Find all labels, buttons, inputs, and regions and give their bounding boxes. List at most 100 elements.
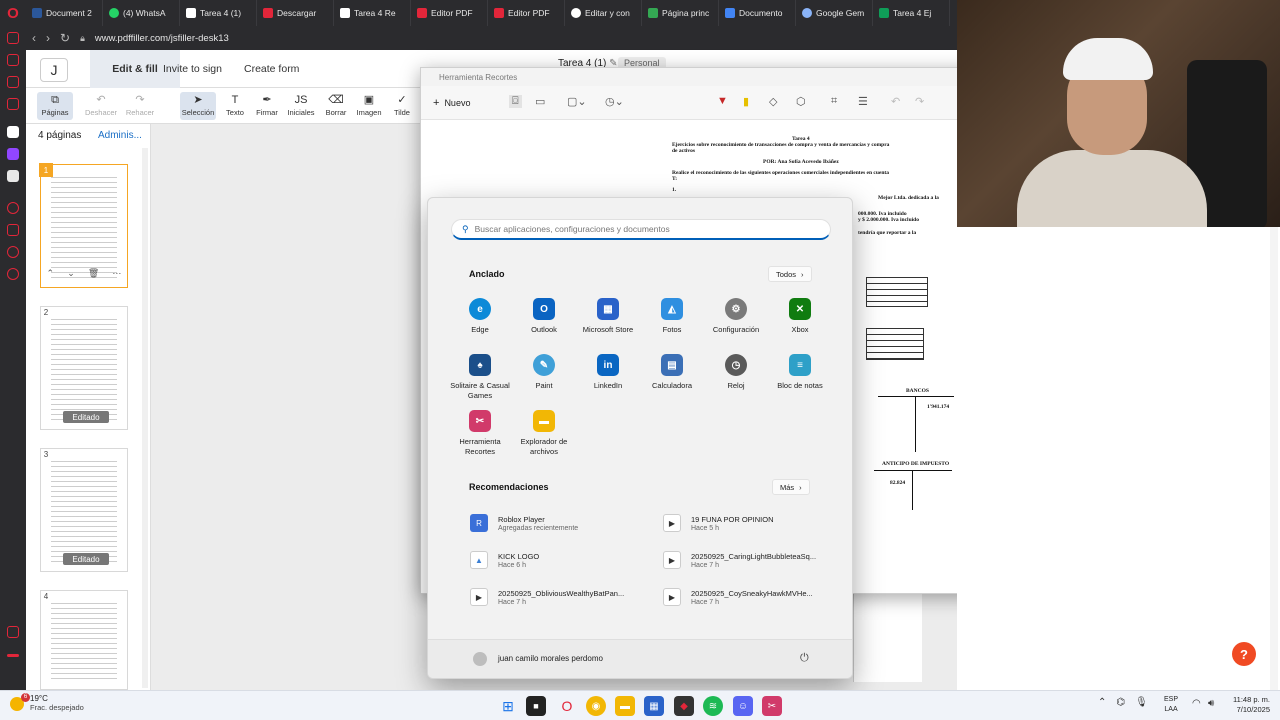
erase-tool-button[interactable]: ⌫ Borrar bbox=[318, 92, 354, 120]
browser-tab[interactable]: Document 2 bbox=[26, 0, 103, 26]
user-name[interactable]: juan camilo morales perdomo bbox=[498, 654, 603, 663]
pinned-app-settings[interactable]: ⚙ Configuración bbox=[704, 298, 768, 335]
browser-tab[interactable]: Descargar bbox=[257, 0, 334, 26]
browser-tab[interactable]: Documento bbox=[719, 0, 796, 26]
recommended-item[interactable]: ▶ 20250925_ObliviousWealthyBatPan... Hace … bbox=[470, 585, 650, 609]
start-search-input[interactable] bbox=[474, 224, 815, 234]
delete-page-icon[interactable]: 🗑︎ bbox=[88, 268, 99, 284]
sidebar-gx-icon[interactable] bbox=[7, 626, 19, 638]
taskbar-kick-icon[interactable]: ■ bbox=[526, 696, 546, 716]
page-scrollbar[interactable] bbox=[1270, 227, 1278, 690]
back-icon[interactable]: ‹ bbox=[32, 31, 36, 45]
browser-tab[interactable]: Tarea 4 (1) bbox=[180, 0, 257, 26]
browser-tab[interactable]: Tarea 4 Ej bbox=[873, 0, 950, 26]
pen-icon[interactable]: ▼ bbox=[717, 95, 728, 107]
shapes-icon[interactable]: ⬡ bbox=[796, 95, 806, 108]
recommended-item[interactable]: ▶ 19 FUNA POR OPINION Hace 5 h bbox=[663, 511, 843, 535]
browser-tab[interactable]: Editar y con bbox=[565, 0, 642, 26]
sidebar-bookmarks-icon[interactable] bbox=[7, 76, 19, 88]
redo-button[interactable]: ↷ Rehacer bbox=[122, 92, 158, 120]
sidebar-downloads-icon[interactable] bbox=[7, 224, 19, 236]
sidebar-mail-icon[interactable] bbox=[7, 98, 19, 110]
snip-shape-icon[interactable]: ▢⌄ bbox=[567, 95, 587, 108]
tray-wifi-icon[interactable]: ◠ bbox=[1192, 698, 1201, 709]
more-options-icon[interactable]: ⋯ bbox=[112, 268, 121, 284]
pinned-app-solitaire[interactable]: ♠ Solitaire & Casual Games bbox=[448, 354, 512, 401]
undo-button[interactable]: ↶ Deshacer bbox=[83, 92, 119, 120]
pinned-app-outlook[interactable]: O Outlook bbox=[512, 298, 576, 335]
sidebar-ai-icon[interactable] bbox=[7, 126, 19, 138]
taskbar-clock[interactable]: 11:48 p. m. 7/10/2025 bbox=[1228, 695, 1270, 715]
page-thumbnail[interactable]: 3 Editado bbox=[40, 448, 128, 572]
tray-chevron-up-icon[interactable]: ⌃ bbox=[1098, 697, 1106, 708]
tab-create-form[interactable]: Create form bbox=[244, 50, 299, 88]
pages-scrollbar[interactable] bbox=[142, 148, 148, 688]
image-tool-button[interactable]: ▣ Imagen bbox=[351, 92, 387, 120]
tab-invite-to-sign[interactable]: Invite to sign bbox=[163, 50, 222, 88]
pinned-app-clock[interactable]: ◷ Reloj bbox=[704, 354, 768, 391]
text-actions-icon[interactable]: ☰ bbox=[858, 95, 868, 108]
sidebar-more-icon[interactable] bbox=[7, 654, 19, 657]
crop-icon[interactable]: ⌗ bbox=[831, 95, 837, 108]
taskbar-discord-icon[interactable]: ☺ bbox=[733, 696, 753, 716]
pinned-app-file-explorer[interactable]: ▬ Explorador de archivos bbox=[512, 410, 576, 457]
help-button[interactable]: ? bbox=[1232, 642, 1256, 666]
sidebar-messenger-icon[interactable] bbox=[7, 246, 19, 258]
text-tool-button[interactable]: T Texto bbox=[217, 92, 253, 120]
highlighter-icon[interactable]: ▮ bbox=[743, 95, 749, 108]
opera-logo-icon[interactable]: O bbox=[0, 0, 26, 26]
sidebar-history-icon[interactable] bbox=[7, 202, 19, 214]
jsfiller-menu-button[interactable]: J bbox=[40, 58, 68, 82]
move-up-icon[interactable]: ⌃ bbox=[47, 268, 55, 284]
power-icon[interactable]: ⏻ bbox=[800, 652, 809, 665]
browser-tab[interactable]: (4) WhatsA bbox=[103, 0, 180, 26]
all-apps-button[interactable]: Todos › bbox=[768, 266, 812, 282]
pinned-app-edge[interactable]: e Edge bbox=[448, 298, 512, 335]
taskbar-snipping-tool-icon[interactable]: ✂ bbox=[762, 696, 782, 716]
taskbar-file-explorer-icon[interactable]: ▬ bbox=[615, 696, 635, 716]
pinned-app-linkedin[interactable]: in LinkedIn bbox=[576, 354, 640, 391]
video-mode-icon[interactable]: ▭ bbox=[535, 95, 545, 108]
sidebar-speed-dial-icon[interactable] bbox=[7, 54, 19, 66]
pinned-app-notepad[interactable]: ≡ Bloc de notas bbox=[768, 354, 832, 391]
initials-tool-button[interactable]: JS Iniciales bbox=[283, 92, 319, 120]
pinned-app-snipping-tool[interactable]: ✂ Herramienta Recortes bbox=[448, 410, 512, 457]
start-search-box[interactable]: ⚲ bbox=[451, 219, 831, 240]
sidebar-aria-icon[interactable] bbox=[7, 32, 19, 44]
pinned-app-photos[interactable]: ◭ Fotos bbox=[640, 298, 704, 335]
recommended-item[interactable]: ▶ 20250925_CoySneakyHawkMVHe... Hace 7 h bbox=[663, 585, 843, 609]
browser-tab[interactable]: Editor PDF bbox=[488, 0, 565, 26]
weather-widget[interactable]: 6 19°C Frac. despejado bbox=[10, 692, 84, 713]
taskbar-roblox-icon[interactable]: ◆ bbox=[674, 696, 694, 716]
new-snip-button[interactable]: + Nuevo bbox=[433, 94, 470, 112]
tick-tool-button[interactable]: ✓ Tilde bbox=[384, 92, 420, 120]
pinned-app-paint[interactable]: ✎ Paint bbox=[512, 354, 576, 391]
eraser-icon[interactable]: ◇ bbox=[769, 95, 777, 108]
camera-mode-icon[interactable]: ⌼ bbox=[509, 95, 522, 108]
move-down-icon[interactable]: ⌄ bbox=[67, 268, 75, 284]
redo-icon[interactable]: ↷ bbox=[915, 95, 924, 108]
start-button-icon[interactable]: ⊞ bbox=[498, 696, 518, 716]
language-indicator[interactable]: ESP LAA bbox=[1164, 695, 1178, 715]
pinned-app-store[interactable]: ▦ Microsoft Store bbox=[576, 298, 640, 335]
tray-mic-icon[interactable]: 🎙︎ bbox=[1135, 697, 1148, 708]
pinned-app-xbox[interactable]: ✕ Xbox bbox=[768, 298, 832, 335]
recommended-item[interactable]: ▲ KICK LOGO Hace 6 h bbox=[470, 548, 650, 572]
taskbar-spotify-icon[interactable]: ≋ bbox=[703, 696, 723, 716]
more-recommended-button[interactable]: Más › bbox=[772, 479, 810, 495]
forward-icon[interactable]: › bbox=[46, 31, 50, 45]
url-field[interactable]: www.pdffiller.com/jsfiller-desk13 bbox=[95, 33, 229, 44]
select-tool-button[interactable]: ➤ Selección bbox=[180, 92, 216, 120]
browser-tab[interactable]: Editor PDF bbox=[411, 0, 488, 26]
sign-tool-button[interactable]: ✒ Firmar bbox=[249, 92, 285, 120]
browser-tab[interactable]: Google Gem bbox=[796, 0, 873, 26]
user-avatar[interactable] bbox=[473, 652, 487, 666]
browser-tab[interactable]: Tarea 4 Re bbox=[334, 0, 411, 26]
taskbar-chrome-icon[interactable]: ◉ bbox=[586, 696, 606, 716]
sidebar-settings-icon[interactable] bbox=[7, 268, 19, 280]
admin-link[interactable]: Adminis... bbox=[98, 130, 142, 141]
page-thumbnail[interactable]: 2 Editado bbox=[40, 306, 128, 430]
reload-icon[interactable]: ↻ bbox=[60, 31, 70, 45]
recommended-item[interactable]: R Roblox Player Agregadas recientemente bbox=[470, 511, 650, 535]
sidebar-x-icon[interactable] bbox=[7, 170, 19, 182]
